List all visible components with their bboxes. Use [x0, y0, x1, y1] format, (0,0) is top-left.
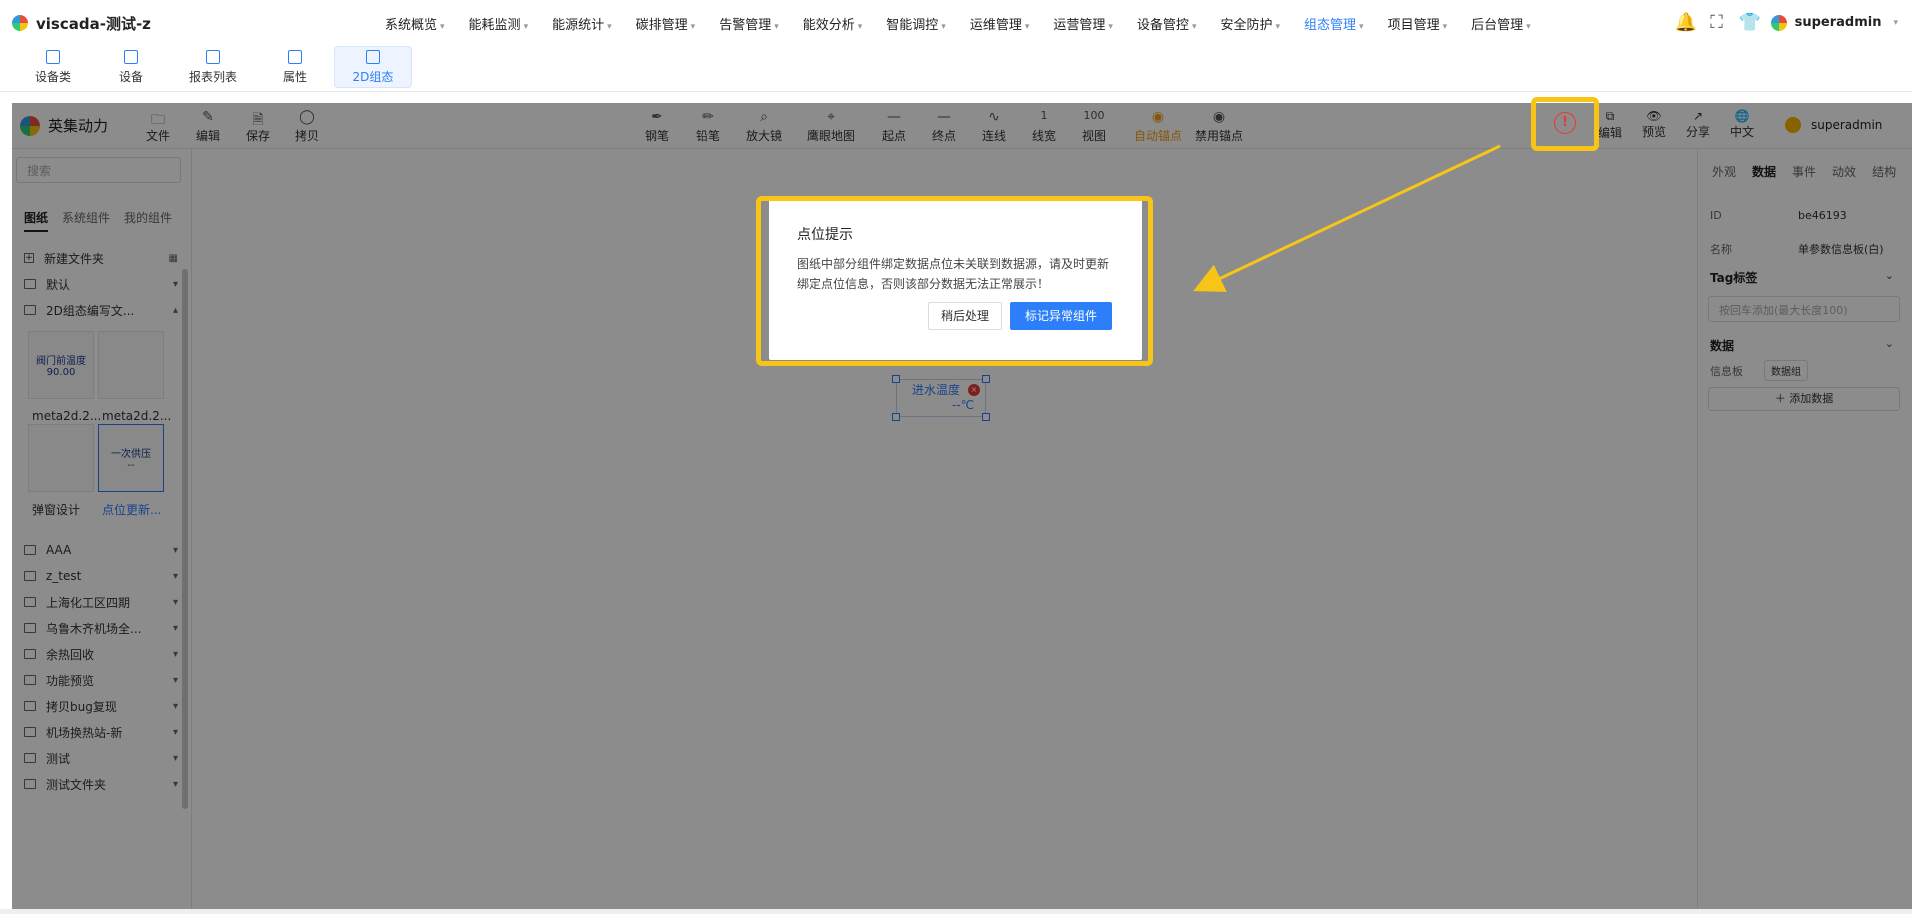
- chevron-down-icon: ▾: [857, 22, 863, 32]
- chevron-down-icon: ▾: [607, 22, 612, 32]
- chevron-down-icon: ▾: [690, 22, 696, 32]
- chevron-down-icon: ▾: [1526, 22, 1531, 32]
- menu-item-energy-monitor[interactable]: 能耗监测 ▾: [469, 14, 529, 33]
- chevron-down-icon: ▾: [941, 22, 946, 32]
- chevron-down-icon: ▾: [1108, 22, 1113, 32]
- report-icon: [206, 49, 220, 64]
- chevron-down-icon[interactable]: ▾: [1893, 18, 1898, 28]
- menu-item-security[interactable]: 安全防护 ▾: [1220, 14, 1280, 33]
- menu-item-backend[interactable]: 后台管理 ▾: [1471, 14, 1531, 33]
- app-title: viscada-测试-z: [36, 14, 151, 33]
- top-right-tools: 🔔 ⛶ 👕 superadmin ▾: [1675, 12, 1898, 33]
- main-menu: 系统概览 ▾ 能耗监测 ▾ 能源统计 ▾ 碳排管理 ▾ 告警管理 ▾ 能效分析 ▾ 智能调控…: [385, 14, 1555, 33]
- menu-item-carbon[interactable]: 碳排管理 ▾: [636, 14, 696, 33]
- bell-icon[interactable]: 🔔: [1675, 12, 1697, 33]
- 2d-config-icon: [366, 49, 380, 64]
- menu-item-device-control[interactable]: 设备管控 ▾: [1137, 14, 1197, 33]
- top-nav: viscada-测试-z 系统概览 ▾ 能耗监测 ▾ 能源统计 ▾ 碳排管理 ▾ 告警管…: [0, 0, 1912, 46]
- shirt-icon[interactable]: 👕: [1739, 12, 1761, 33]
- chevron-down-icon: ▾: [1442, 22, 1448, 32]
- subtab-device-class[interactable]: 设备类: [14, 46, 92, 88]
- attribute-icon: [288, 49, 302, 64]
- chevron-down-icon: ▾: [1275, 22, 1281, 32]
- chevron-down-icon: ▾: [1359, 22, 1364, 32]
- chevron-down-icon: ▾: [523, 22, 529, 32]
- chevron-down-icon: ▾: [1191, 22, 1197, 32]
- logo-icon: [12, 15, 28, 31]
- device-icon: [124, 49, 138, 64]
- fullscreen-icon[interactable]: ⛶: [1707, 12, 1727, 33]
- subtab-device[interactable]: 设备: [92, 46, 170, 88]
- menu-item-system-overview[interactable]: 系统概览 ▾: [385, 14, 445, 33]
- bottom-strip: [0, 909, 1912, 914]
- chevron-down-icon: ▾: [1024, 22, 1030, 32]
- menu-item-project[interactable]: 项目管理 ▾: [1388, 14, 1448, 33]
- menu-item-maintenance[interactable]: 运维管理 ▾: [970, 14, 1030, 33]
- subtab-2d-config[interactable]: 2D组态: [334, 46, 412, 88]
- chevron-down-icon: ▾: [774, 22, 779, 32]
- highlight-warning-button: [1531, 97, 1599, 151]
- sub-tabs: 设备类 设备 报表列表 属性 2D组态: [0, 46, 1912, 92]
- highlight-dialog: [756, 196, 1153, 366]
- subtab-attributes[interactable]: 属性: [256, 46, 334, 88]
- menu-item-config[interactable]: 组态管理 ▾: [1304, 14, 1364, 33]
- device-class-icon: [46, 49, 60, 64]
- chevron-down-icon: ▾: [440, 22, 445, 32]
- subtab-report-list[interactable]: 报表列表: [170, 46, 256, 88]
- menu-item-alarm[interactable]: 告警管理 ▾: [719, 14, 779, 33]
- avatar[interactable]: [1770, 14, 1787, 31]
- user-name[interactable]: superadmin: [1795, 15, 1882, 30]
- app-logo[interactable]: viscada-测试-z: [12, 13, 151, 34]
- menu-item-efficiency[interactable]: 能效分析 ▾: [803, 14, 863, 33]
- menu-item-operation[interactable]: 运营管理 ▾: [1053, 14, 1113, 33]
- menu-item-smart-control[interactable]: 智能调控 ▾: [886, 14, 946, 33]
- menu-item-energy-stats[interactable]: 能源统计 ▾: [552, 14, 612, 33]
